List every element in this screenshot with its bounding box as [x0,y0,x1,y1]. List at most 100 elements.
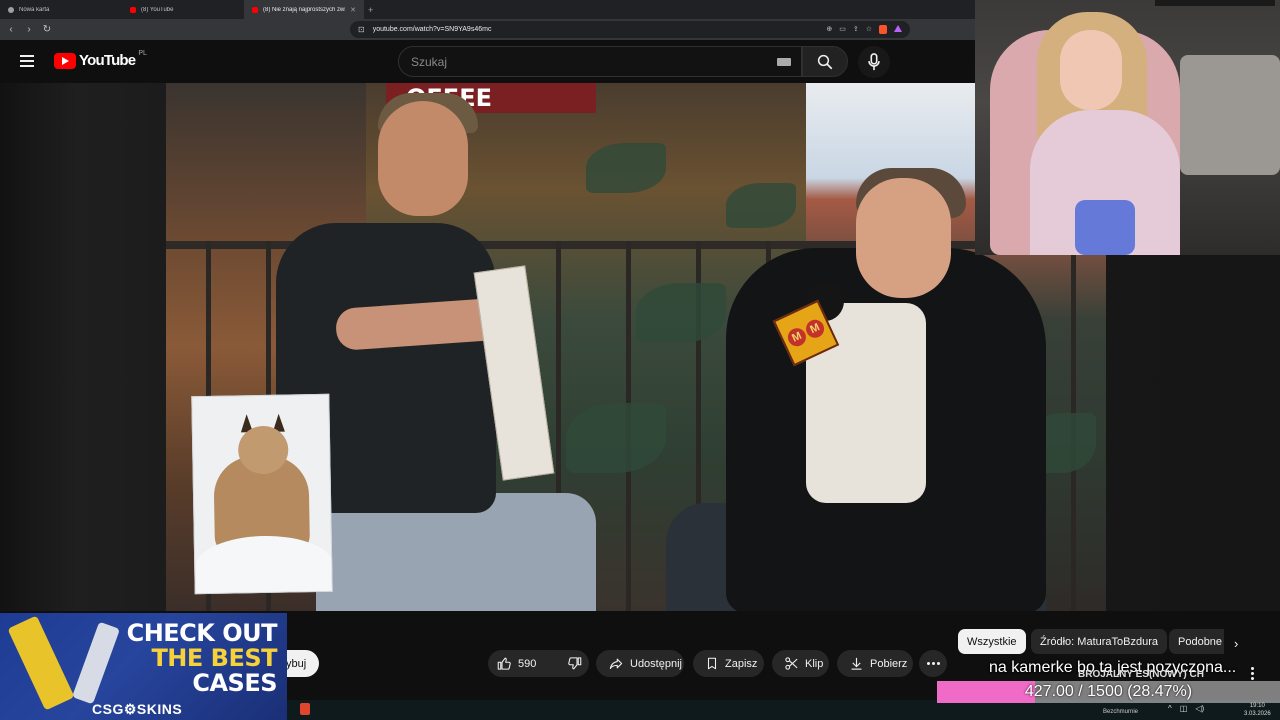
like-count: 590 [518,657,537,670]
search-input[interactable]: Szukaj [398,46,802,77]
reload-icon[interactable]: ↻ [42,24,52,35]
more-vert-icon[interactable] [1251,667,1254,680]
browser-tab-active[interactable]: (8) Nie znają najprostszych zwi ✕ [244,0,364,19]
ad-headline-2: THE BEST [151,644,277,672]
person-right-head [856,178,951,298]
plant-leaf [636,283,726,343]
ad-headline-1: CHECK OUT [126,619,278,647]
brave-browser-icon[interactable] [300,703,310,715]
microphone-icon [868,53,880,71]
bookmark-icon [707,657,717,670]
chip-related[interactable]: Podobne [1169,629,1224,654]
chevron-right-icon[interactable]: › [1234,636,1238,651]
menu-icon[interactable] [20,55,34,67]
clock-time: 19:10 [1249,703,1265,709]
globe-icon [8,6,14,13]
youtube-header: YouTube PL Szukaj [0,40,975,83]
plant-leaf [726,183,796,228]
voice-search-button[interactable] [858,46,890,78]
chip-label: Źródło: MaturaToBzdura [1040,635,1158,648]
more-dot [931,662,935,665]
tab-title: (8) Nie znają najprostszych zwi [263,6,346,13]
sponsor-ad-banner: CHECK OUT THE BEST CASES CSG⚙SKINS [0,613,287,720]
clip-button[interactable]: Klip [772,650,829,677]
more-dot [1251,667,1254,670]
new-tab-button[interactable]: + [368,5,373,15]
close-tab-icon[interactable]: ✕ [350,6,356,14]
video-player[interactable]: OFFEE M M [166,83,1106,611]
ad-headline-3: CASES [192,669,277,697]
more-dot [926,662,930,665]
search-placeholder: Szukaj [411,54,448,69]
streamer-webcam [975,0,1280,255]
volume-icon[interactable]: ◁) [1195,704,1204,713]
browser-tab-strip: Nowa karta (8) YouTube (8) Nie znają naj… [0,0,975,19]
cast-icon[interactable]: ▭ [839,25,846,34]
brave-shield-icon[interactable] [879,25,887,34]
brave-rewards-icon[interactable] [894,25,902,32]
country-code: PL [138,50,147,57]
search-icon [817,54,833,69]
wall-frame [1155,0,1275,6]
address-bar[interactable]: ⊡ youtube.com/watch?v=SN9YA9s46mc ⊕ ▭ ⇪ … [350,21,910,38]
clip-label: Klip [805,657,824,670]
taskbar-user: Bezchmurnie [1103,709,1139,715]
keyboard-icon[interactable] [777,58,791,66]
donation-goal-bar: 427.00 / 1500 (28.47%) [937,681,1280,703]
network-icon[interactable]: ◫ [1180,704,1188,713]
save-button[interactable]: Zapisz [693,650,764,677]
download-label: Pobierz [870,657,908,670]
search-button[interactable] [802,46,848,77]
chip-label: Wszystkie [967,635,1017,648]
youtube-favicon-icon [252,6,258,13]
sofa [1180,55,1280,175]
more-dot [1251,672,1254,675]
share-label: Udostępnij [630,657,682,670]
plant-leaf [566,403,666,473]
scissors-icon [785,657,798,670]
subscribe-label: ybuj [286,657,307,670]
like-dislike-group: 590 [488,650,589,677]
browser-toolbar: ‹ › ↻ ⊡ youtube.com/watch?v=SN9YA9s46mc … [0,19,975,40]
chevron-up-icon[interactable]: ^ [1168,704,1172,713]
chip-label: Podobne [1178,635,1223,648]
youtube-play-icon [54,52,76,69]
water-bottle [1075,200,1135,255]
download-button[interactable]: Pobierz [837,650,913,677]
star-icon[interactable]: ☆ [866,25,872,34]
youtube-favicon-icon [130,6,136,13]
zoom-icon[interactable]: ⊕ [826,25,832,34]
more-actions-button[interactable] [919,650,947,677]
knife-graphic [7,615,75,711]
logo-m-icon: M [803,316,828,341]
bookmark-icon[interactable]: ⊡ [358,25,365,34]
plant-leaf [586,143,666,193]
tab-title: Nowa karta [19,6,50,13]
omnibox-icons: ⊕ ▭ ⇪ ☆ [826,25,902,34]
share-button[interactable]: Udostępnij [596,650,684,677]
tab-title: (8) YouTube [141,6,174,13]
system-tray: ^ ◫ ◁) [1168,704,1204,713]
save-label: Zapisz [725,657,758,670]
person-left-head [378,101,468,216]
clock-date: 3.03.2026 [1244,711,1271,717]
browser-tab[interactable]: Nowa karta [0,0,122,19]
chip-source[interactable]: Źródło: MaturaToBzdura [1031,629,1167,654]
screen: Nowa karta (8) YouTube (8) Nie znają naj… [0,0,1280,720]
browser-tab[interactable]: (8) YouTube [122,0,244,19]
donation-goal-text: 427.00 / 1500 (28.47%) [1024,683,1193,700]
donation-goal-label: BROJALNY ES(NOWY) CH [1078,669,1204,680]
chip-all[interactable]: Wszystkie [958,629,1026,654]
thumbs-up-icon [497,657,511,670]
url-text[interactable]: youtube.com/watch?v=SN9YA9s46mc [373,26,819,33]
dislike-button[interactable] [558,650,592,677]
download-icon [851,657,862,670]
youtube-logo[interactable]: YouTube PL [54,50,147,69]
like-button[interactable]: 590 [488,650,546,677]
back-icon[interactable]: ‹ [6,24,16,35]
forward-icon[interactable]: › [24,24,34,35]
ad-brand: CSG⚙SKINS [92,701,183,717]
share-page-icon[interactable]: ⇪ [853,25,859,34]
taskbar-clock[interactable]: 19:10 3.03.2026 [1244,702,1271,718]
streamer-face [1060,30,1122,110]
